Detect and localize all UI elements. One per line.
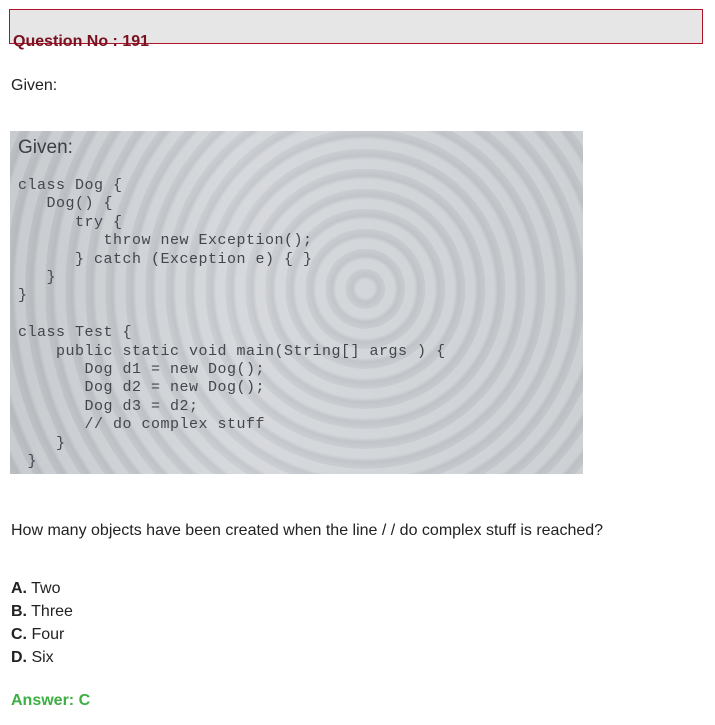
question-header-box: Question No : 191 [9,9,703,50]
option-text: Four [27,626,65,643]
question-prompt: How many objects have been created when … [11,522,604,539]
question-number: Question No : 191 [13,33,150,50]
given-label: Given: [11,77,58,94]
option-d: D. Six [11,650,73,673]
option-text: Six [27,649,54,666]
option-letter: C. [11,626,27,643]
code-screenshot-image: Given: class Dog { Dog() { try { throw n… [10,131,583,474]
option-letter: D. [11,649,27,666]
option-b: B. Three [11,604,73,627]
code-listing: class Dog { Dog() { try { throw new Exce… [18,177,446,471]
code-image-caption: Given: [18,137,73,158]
option-letter: A. [11,580,27,597]
option-text: Three [27,603,73,620]
option-text: Two [27,580,61,597]
option-letter: B. [11,603,27,620]
answer-options-list: A. Two B. Three C. Four D. Six [11,581,73,673]
correct-answer: Answer: C [11,692,91,709]
option-a: A. Two [11,581,73,604]
option-c: C. Four [11,627,73,650]
